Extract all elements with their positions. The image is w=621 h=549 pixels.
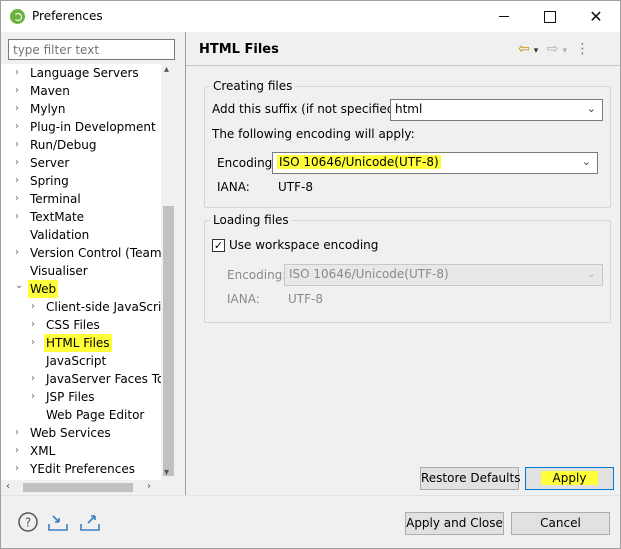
loading-iana-value: UTF-8 — [288, 292, 323, 306]
chevron-down-icon: ⌄ — [586, 267, 596, 280]
chevron-down-icon: ⌄ — [581, 155, 591, 168]
pane-divider[interactable] — [185, 32, 186, 495]
minimize-button[interactable] — [481, 1, 527, 32]
tree-vertical-scrollbar[interactable]: ▴ ▾ — [161, 64, 176, 480]
chevron-right-icon[interactable]: › — [15, 190, 25, 208]
scroll-up-icon[interactable]: ▴ — [164, 64, 169, 75]
encoding-note: The following encoding will apply: — [212, 127, 415, 141]
footer-divider — [1, 495, 620, 496]
close-icon: ✕ — [589, 7, 603, 26]
forward-arrow-icon[interactable]: ⇨ — [547, 41, 559, 57]
creating-iana-value: UTF-8 — [278, 180, 313, 194]
maximize-button[interactable] — [527, 1, 573, 32]
loading-encoding-select[interactable]: ISO 10646/Unicode(UTF-8) ⌄ — [284, 264, 603, 286]
chevron-right-icon[interactable]: › — [31, 388, 41, 406]
preferences-window: Preferences ✕ › Language Servers › Maven… — [0, 0, 621, 549]
chevron-right-icon[interactable]: › — [31, 334, 41, 352]
chevron-right-icon[interactable]: › — [31, 370, 41, 388]
scroll-down-icon[interactable]: ▾ — [164, 467, 169, 478]
creating-encoding-label: Encoding: — [217, 156, 277, 170]
tree-horizontal-scrollbar[interactable]: ‹ › — [1, 480, 176, 495]
page-title: HTML Files — [199, 42, 279, 57]
scroll-left-icon[interactable]: ‹ — [6, 481, 10, 492]
restore-defaults-button[interactable]: Restore Defaults — [420, 467, 520, 490]
chevron-right-icon[interactable]: › — [15, 208, 25, 226]
loading-encoding-label: Encoding: — [227, 268, 287, 282]
chevron-right-icon[interactable]: › — [15, 64, 25, 82]
workspace-encoding-checkbox[interactable]: ✓ — [212, 239, 225, 252]
creating-files-title: Creating files — [210, 79, 296, 93]
close-button[interactable]: ✕ — [573, 1, 619, 32]
chevron-right-icon[interactable]: › — [15, 460, 25, 478]
chevron-right-icon[interactable]: › — [15, 442, 25, 460]
chevron-right-icon[interactable]: › — [15, 82, 25, 100]
page-navigation: ⇦ ▾ ⇨ ▾ ⋮ — [518, 41, 593, 57]
header-divider — [186, 65, 620, 66]
apply-button[interactable]: Apply — [525, 467, 614, 490]
chevron-right-icon[interactable]: › — [31, 316, 41, 334]
suffix-select[interactable]: html ⌄ — [390, 99, 603, 121]
workspace-encoding-label[interactable]: Use workspace encoding — [229, 238, 378, 252]
scrollbar-thumb[interactable] — [163, 206, 174, 476]
window-title: Preferences — [32, 9, 103, 23]
spring-app-icon — [10, 9, 25, 24]
cancel-button[interactable]: Cancel — [511, 512, 610, 535]
chevron-down-icon[interactable]: ⌄ — [15, 277, 25, 295]
chevron-right-icon[interactable]: › — [31, 298, 41, 316]
loading-files-title: Loading files — [210, 213, 292, 227]
scrollbar-thumb[interactable] — [23, 483, 133, 492]
checkmark-icon: ✓ — [213, 239, 224, 252]
chevron-down-icon: ⌄ — [586, 102, 596, 115]
chevron-right-icon[interactable]: › — [15, 424, 25, 442]
chevron-right-icon[interactable]: › — [15, 100, 25, 118]
import-icon[interactable] — [47, 511, 69, 533]
help-icon[interactable]: ? — [17, 511, 39, 533]
preference-tree: › Language Servers › Maven › Mylyn › Plu… — [1, 64, 176, 495]
menu-kebab-icon[interactable]: ⋮ — [575, 41, 589, 57]
forward-dropdown-icon[interactable]: ▾ — [562, 46, 567, 56]
chevron-right-icon[interactable]: › — [15, 118, 25, 136]
creating-encoding-select[interactable]: ISO 10646/Unicode(UTF-8) ⌄ — [272, 152, 598, 174]
filter-input[interactable] — [8, 39, 175, 60]
title-bar: Preferences ✕ — [1, 1, 620, 32]
export-icon[interactable] — [79, 511, 101, 533]
back-dropdown-icon[interactable]: ▾ — [534, 46, 539, 56]
svg-text:?: ? — [25, 516, 31, 530]
scroll-right-icon[interactable]: › — [147, 481, 151, 492]
creating-iana-label: IANA: — [217, 180, 250, 194]
apply-and-close-button[interactable]: Apply and Close — [405, 512, 504, 535]
chevron-right-icon[interactable]: › — [15, 136, 25, 154]
back-arrow-icon[interactable]: ⇦ — [518, 41, 530, 57]
chevron-right-icon[interactable]: › — [15, 154, 25, 172]
chevron-right-icon[interactable]: › — [15, 172, 25, 190]
suffix-label: Add this suffix (if not specified): — [212, 102, 404, 116]
loading-iana-label: IANA: — [227, 292, 260, 306]
chevron-right-icon[interactable]: › — [15, 244, 25, 262]
